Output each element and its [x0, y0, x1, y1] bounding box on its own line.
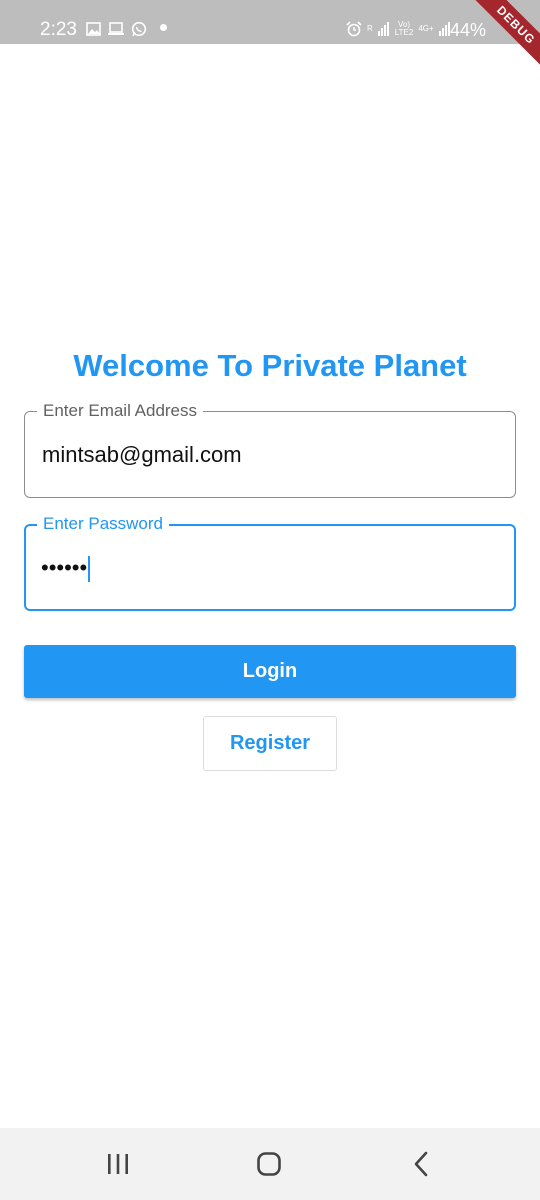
email-field[interactable]: Enter Email Address mintsab@gmail.com: [24, 400, 516, 498]
alarm-icon: [346, 21, 362, 37]
home-button[interactable]: [229, 1128, 309, 1200]
signal-icon: [438, 22, 450, 36]
password-field-value[interactable]: ••••••: [41, 555, 87, 580]
email-field-value[interactable]: mintsab@gmail.com: [42, 441, 242, 469]
volte-indicator: Vo) LTE2: [395, 21, 414, 37]
status-time: 2:23: [40, 19, 77, 40]
password-field-label: Enter Password: [37, 513, 169, 535]
recents-icon: [108, 1154, 128, 1174]
register-button[interactable]: Register: [203, 716, 337, 771]
back-button[interactable]: [381, 1128, 461, 1200]
password-field[interactable]: Enter Password ••••••: [24, 513, 516, 611]
login-button[interactable]: Login: [24, 645, 516, 698]
image-icon: [86, 22, 101, 36]
text-cursor: [88, 556, 91, 583]
battery-percent: 44%: [450, 20, 487, 40]
back-icon: [414, 1151, 428, 1177]
home-icon: [257, 1152, 281, 1176]
network-4g-label: 4G+: [418, 24, 434, 33]
page-title: Welcome To Private Planet: [73, 348, 467, 383]
laptop-icon: [108, 22, 124, 35]
notification-icons: [86, 21, 147, 37]
navigation-bar: [0, 1128, 540, 1200]
status-bar: 2:23 R Vo) LTE2 4G+ 44%: [0, 0, 540, 44]
password-field-value-wrap[interactable]: ••••••: [41, 554, 91, 583]
sim-indicator: R: [367, 24, 373, 33]
notification-dot: [160, 24, 167, 31]
email-field-label: Enter Email Address: [37, 400, 204, 422]
lte-label: LTE2: [394, 28, 414, 37]
signal-icon: [377, 22, 389, 36]
system-icons: R Vo) LTE2 4G+: [346, 21, 451, 37]
recents-button[interactable]: [78, 1128, 158, 1200]
whatsapp-icon: [131, 21, 147, 37]
